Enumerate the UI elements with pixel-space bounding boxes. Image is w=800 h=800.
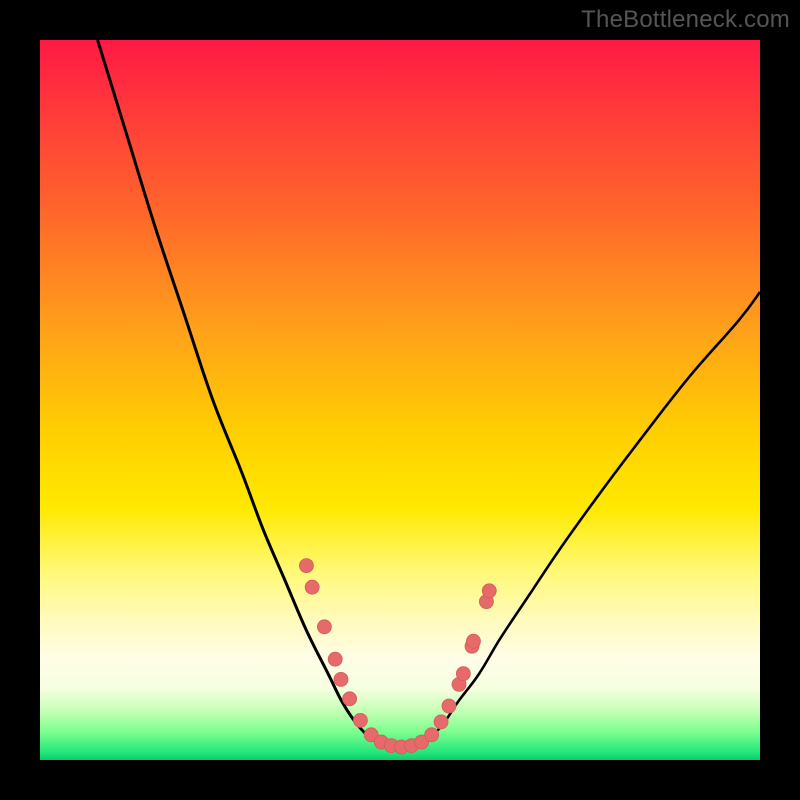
data-marker xyxy=(334,672,348,686)
data-marker xyxy=(434,715,448,729)
chart-container: TheBottleneck.com xyxy=(0,0,800,800)
data-marker xyxy=(305,580,319,594)
data-marker xyxy=(343,692,357,706)
data-marker xyxy=(425,728,439,742)
marker-group xyxy=(299,559,496,754)
data-marker xyxy=(328,652,342,666)
plot-area xyxy=(40,40,760,760)
chart-svg xyxy=(40,40,760,760)
data-marker xyxy=(482,584,496,598)
watermark-text: TheBottleneck.com xyxy=(581,6,790,34)
data-marker xyxy=(442,699,456,713)
data-marker xyxy=(299,559,313,573)
data-marker xyxy=(353,713,367,727)
left-curve xyxy=(98,40,386,746)
data-marker xyxy=(317,620,331,634)
curve-group xyxy=(98,40,760,749)
data-marker xyxy=(466,634,480,648)
data-marker xyxy=(456,667,470,681)
